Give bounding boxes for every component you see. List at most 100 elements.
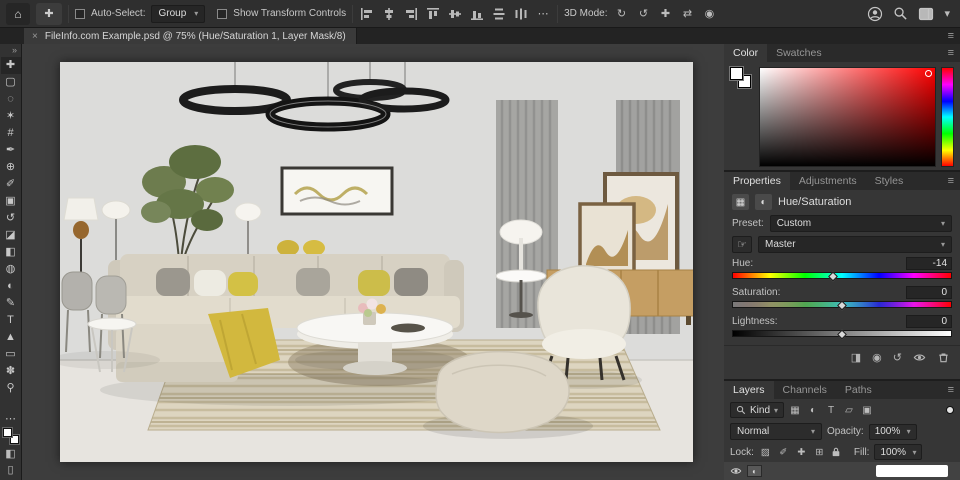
foreground-swatch[interactable]	[2, 428, 12, 437]
pasteboard[interactable]	[22, 44, 724, 480]
fill-dropdown[interactable]: 100% ▾	[874, 444, 923, 460]
workspace-button[interactable]	[918, 6, 934, 22]
tab-swatches[interactable]: Swatches	[767, 44, 831, 62]
history-brush-tool[interactable]: ↺	[1, 210, 21, 227]
lightness-slider[interactable]	[732, 328, 952, 340]
color-panel-menu-button[interactable]: ≡	[942, 44, 960, 62]
active-tool-button[interactable]: ✚	[36, 2, 62, 25]
gradient-tool[interactable]: ◧	[1, 244, 21, 261]
account-button[interactable]	[867, 6, 883, 22]
path-selection-tool[interactable]: ▲	[1, 329, 21, 346]
type-tool[interactable]: T	[1, 312, 21, 329]
workspace-chevron-button[interactable]: ▾	[944, 7, 950, 20]
lock-all-icon[interactable]	[831, 446, 841, 458]
saturation-value-box[interactable]: 0	[906, 285, 952, 299]
targeted-adjustment-button[interactable]: ☞	[732, 236, 752, 253]
3d-slide-button[interactable]: ⇄	[679, 5, 695, 23]
lock-position-icon[interactable]: ✚	[795, 447, 808, 458]
move-tool[interactable]: ✚	[0, 57, 21, 74]
auto-select-target-dropdown[interactable]: Group ▾	[151, 4, 206, 23]
layer-filter-dropdown[interactable]: Kind ▾	[730, 402, 785, 418]
tab-properties[interactable]: Properties	[724, 172, 790, 190]
tab-channels[interactable]: Channels	[774, 381, 836, 399]
3d-camera-button[interactable]: ◉	[701, 5, 717, 23]
masks-icon[interactable]: ▦	[732, 194, 749, 210]
layers-panel-menu-button[interactable]: ≡	[942, 381, 960, 399]
align-bottom-button[interactable]	[469, 5, 485, 23]
align-middle-button[interactable]	[447, 5, 463, 23]
brush-tool[interactable]: ✐	[1, 176, 21, 193]
align-top-button[interactable]	[425, 5, 441, 23]
foreground-swatch[interactable]	[730, 67, 743, 80]
lock-paint-icon[interactable]: ✐	[777, 447, 790, 458]
3d-orbit-button[interactable]: ↻	[613, 5, 629, 23]
pen-tool[interactable]: ✎	[1, 295, 21, 312]
zoom-tool[interactable]: ⚲	[1, 380, 21, 397]
hue-strip[interactable]	[941, 67, 954, 167]
quick-mask-button[interactable]: ◧	[5, 447, 15, 460]
hue-value-box[interactable]: -14	[906, 256, 952, 270]
hue-slider[interactable]	[732, 270, 952, 282]
layer-visibility-icon[interactable]	[730, 465, 742, 477]
clone-stamp-tool[interactable]: ▣	[1, 193, 21, 210]
blur-tool[interactable]: ◍	[1, 261, 21, 278]
close-icon[interactable]: ×	[32, 31, 38, 42]
auto-select-checkbox[interactable]	[75, 8, 85, 19]
foreground-background-swatches[interactable]	[730, 67, 754, 91]
color-picker-indicator[interactable]	[925, 70, 932, 77]
hue-track[interactable]	[732, 272, 952, 279]
screen-mode-button[interactable]: ▯	[7, 463, 13, 476]
properties-panel-menu-button[interactable]: ≡	[942, 172, 960, 190]
toolbar-collapse-button[interactable]: »	[12, 44, 21, 57]
lightness-value-box[interactable]: 0	[906, 314, 952, 328]
eyedropper-tool[interactable]: ✒	[1, 142, 21, 159]
show-transform-checkbox[interactable]	[217, 8, 228, 19]
layer-mask-thumbnail[interactable]	[876, 465, 948, 477]
document-tab[interactable]: × FileInfo.com Example.psd @ 75% (Hue/Sa…	[24, 28, 357, 44]
marquee-tool[interactable]: ▢	[1, 74, 21, 91]
channel-dropdown[interactable]: Master ▾	[758, 236, 952, 253]
align-right-button[interactable]	[403, 5, 419, 23]
tab-styles[interactable]: Styles	[866, 172, 913, 190]
more-options-button[interactable]: ⋯	[535, 5, 551, 23]
filter-smart-object-icon[interactable]: ▣	[860, 405, 874, 416]
shape-tool[interactable]: ▭	[1, 346, 21, 363]
tab-layers[interactable]: Layers	[724, 381, 774, 399]
healing-brush-tool[interactable]: ⊕	[1, 159, 21, 176]
document-canvas[interactable]	[60, 62, 693, 462]
clip-to-layer-button[interactable]: ◨	[851, 351, 861, 364]
hand-tool[interactable]: ✽	[1, 363, 21, 380]
quick-selection-tool[interactable]: ✶	[1, 108, 21, 125]
align-center-button[interactable]	[381, 5, 397, 23]
dock-menu-button[interactable]: ≡	[942, 28, 960, 44]
lock-artboard-icon[interactable]: ⊞	[813, 447, 826, 458]
preset-dropdown[interactable]: Custom ▾	[769, 215, 952, 232]
filter-shape-icon[interactable]: ▱	[842, 405, 856, 416]
edit-toolbar-button[interactable]: ⋯	[5, 412, 16, 425]
filter-type-icon[interactable]: T	[824, 405, 838, 416]
filter-adjustment-icon[interactable]: ◐	[806, 405, 820, 416]
saturation-slider[interactable]	[732, 299, 952, 311]
visibility-button[interactable]	[913, 351, 926, 364]
delete-button[interactable]	[937, 351, 950, 364]
reset-button[interactable]: ↺	[893, 351, 902, 364]
home-button[interactable]: ⌂	[6, 2, 30, 25]
layer-row[interactable]: ◐	[724, 462, 960, 480]
filter-toggle[interactable]	[946, 406, 954, 414]
distribute-horizontal-button[interactable]	[513, 5, 529, 23]
saturation-brightness-field[interactable]	[759, 67, 936, 167]
search-button[interactable]	[893, 6, 908, 21]
adjustment-layer-thumbnail[interactable]: ◐	[747, 465, 762, 477]
distribute-vertical-button[interactable]	[491, 5, 507, 23]
blend-mode-dropdown[interactable]: Normal ▾	[730, 423, 822, 440]
lasso-tool[interactable]: ◌	[1, 91, 21, 108]
tab-paths[interactable]: Paths	[836, 381, 881, 399]
foreground-background-swatches[interactable]	[2, 428, 19, 444]
filter-pixel-icon[interactable]: ▦	[788, 405, 802, 416]
eraser-tool[interactable]: ◪	[1, 227, 21, 244]
3d-pan-button[interactable]: ✚	[657, 5, 673, 23]
align-left-button[interactable]	[359, 5, 375, 23]
lock-transparency-icon[interactable]: ▨	[759, 447, 772, 458]
previous-state-button[interactable]: ◉	[872, 351, 882, 364]
opacity-dropdown[interactable]: 100% ▾	[868, 423, 917, 440]
